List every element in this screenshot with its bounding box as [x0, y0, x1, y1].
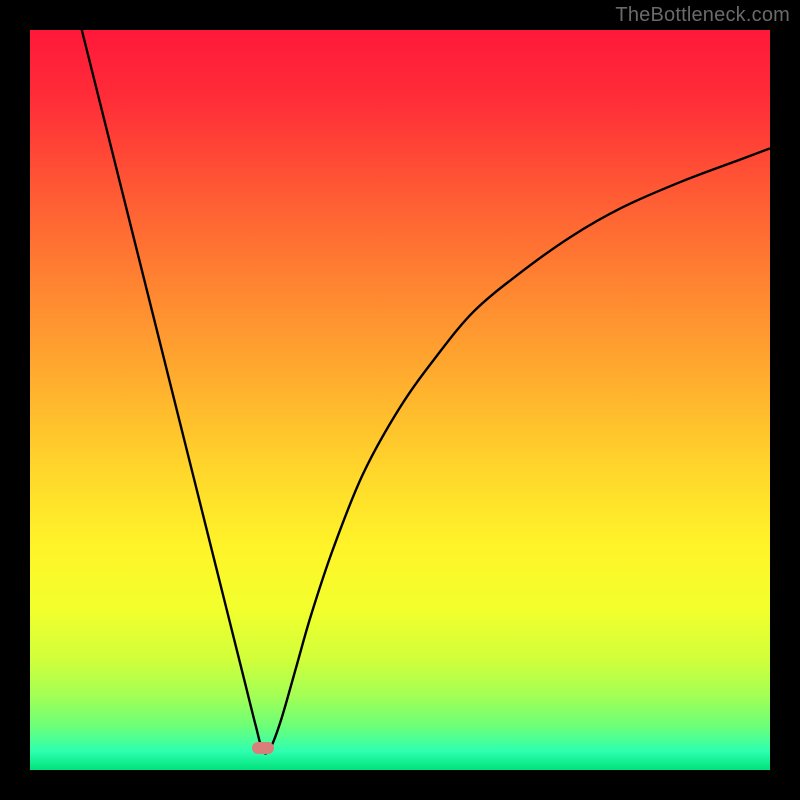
plot-area — [30, 30, 770, 770]
minimum-marker — [252, 742, 274, 754]
watermark-text: TheBottleneck.com — [615, 4, 790, 27]
curve-layer — [30, 30, 770, 770]
bottleneck-curve — [82, 30, 770, 753]
chart-stage: TheBottleneck.com — [0, 0, 800, 800]
